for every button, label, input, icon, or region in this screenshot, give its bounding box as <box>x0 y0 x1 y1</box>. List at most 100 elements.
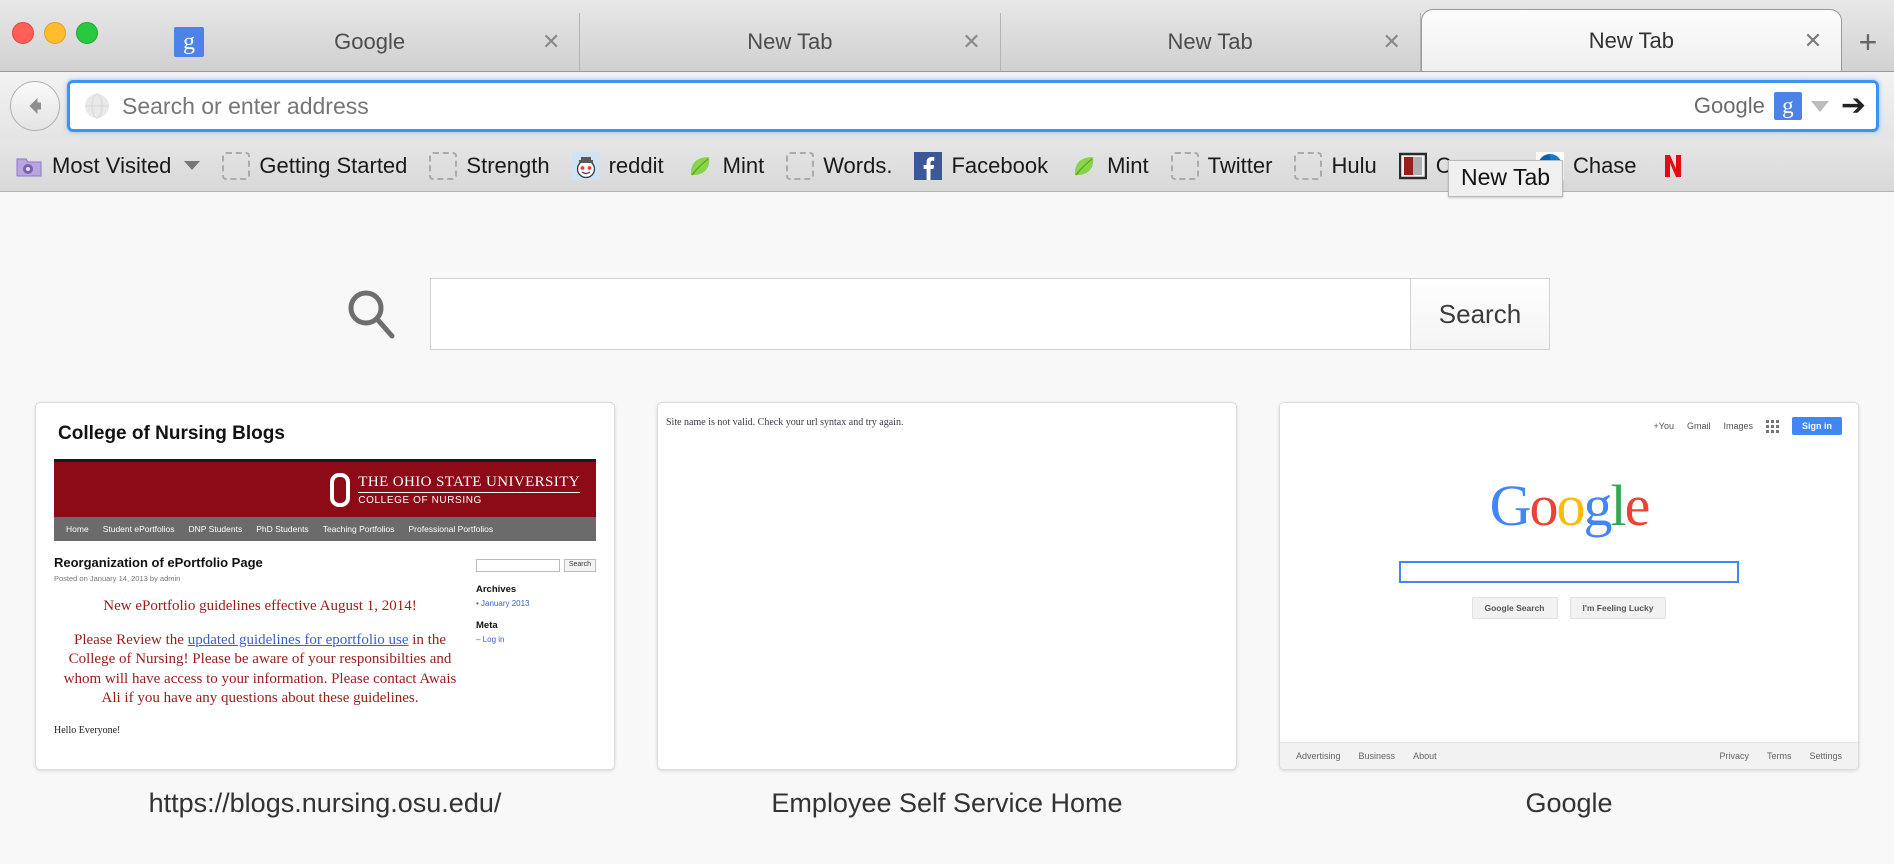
top-site-thumbnail-ess[interactable]: Site name is not valid. Check your url s… <box>657 402 1237 770</box>
osu-header-band: THE OHIO STATE UNIVERSITY COLLEGE OF NUR… <box>54 459 596 517</box>
osu-search-button[interactable]: Search <box>563 559 596 572</box>
chevron-down-icon[interactable] <box>1810 100 1829 112</box>
facebook-f-icon <box>914 151 943 180</box>
top-site-caption: Google <box>1525 788 1613 818</box>
google-top-nav: +You Gmail Images Sign in <box>1280 403 1858 435</box>
top-sites-grid: College of Nursing Blogs THE OHIO STATE … <box>0 402 1894 819</box>
osu-nav-item: DNP Students <box>188 524 243 534</box>
tab-title: New Tab <box>747 29 833 54</box>
close-tab-icon[interactable]: ✕ <box>1803 29 1823 51</box>
reddit-alien-icon <box>571 151 600 180</box>
osu-nav-item: PhD Students <box>256 524 309 534</box>
google-search-button[interactable]: Google Search <box>1471 597 1558 619</box>
osu-brand-line-2: COLLEGE OF NURSING <box>358 494 482 506</box>
tab-title: Google <box>334 29 406 54</box>
google-g-icon: g <box>1773 92 1802 120</box>
tab-title: New Tab <box>1167 29 1253 54</box>
mint-leaf-icon <box>690 156 709 175</box>
google-images-link[interactable]: Images <box>1723 421 1753 431</box>
tab-strip: g Google ✕ New Tab ✕ New Tab ✕ New Tab ✕… <box>0 0 1894 71</box>
bookmark-netflix[interactable] <box>1648 148 1707 184</box>
google-plus-you-link[interactable]: +You <box>1654 421 1674 431</box>
osu-sidebar-search[interactable]: Search <box>476 559 596 572</box>
footer-terms-link[interactable]: Terms <box>1767 751 1792 761</box>
mint-leaf-icon <box>1074 156 1094 175</box>
minimize-window-button[interactable] <box>44 22 66 44</box>
new-tab-button[interactable]: + <box>1842 13 1894 71</box>
footer-business-link[interactable]: Business <box>1359 751 1396 761</box>
bookmark-facebook[interactable]: Facebook <box>903 148 1059 184</box>
placeholder-icon <box>222 151 251 180</box>
close-tab-icon[interactable]: ✕ <box>1382 31 1402 53</box>
address-bar[interactable]: Search or enter address Google g ➔ <box>70 83 1876 129</box>
im-feeling-lucky-button[interactable]: I'm Feeling Lucky <box>1569 597 1667 619</box>
bookmark-label: Facebook <box>951 152 1049 178</box>
google-sign-in-button[interactable]: Sign in <box>1792 417 1842 435</box>
osu-nav-item: Home <box>66 524 89 534</box>
search-engine-selector[interactable]: Google g <box>1694 92 1835 120</box>
footer-privacy-link[interactable]: Privacy <box>1719 751 1749 761</box>
osu-nav-item: Professional Portfolios <box>408 524 494 534</box>
footer-about-link[interactable]: About <box>1413 751 1437 761</box>
browser-tab-1[interactable]: g Google ✕ <box>160 13 581 71</box>
osu-post-meta: Posted on January 14, 2013 by admin <box>54 574 181 583</box>
top-site-thumbnail-google[interactable]: +You Gmail Images Sign in Google Google … <box>1279 402 1859 770</box>
bookmark-most-visited[interactable]: Most Visited <box>4 148 211 184</box>
browser-tab-3[interactable]: New Tab ✕ <box>1000 13 1421 71</box>
google-search-input[interactable] <box>1399 561 1739 583</box>
top-site-cell-2[interactable]: Site name is not valid. Check your url s… <box>657 402 1237 819</box>
google-main: Google Google Search I'm Feeling Lucky <box>1280 435 1858 742</box>
bookmark-label: Words. <box>823 152 893 178</box>
osu-nav-item: Student ePortfolios <box>102 524 175 534</box>
close-window-button[interactable] <box>12 22 34 44</box>
bookmark-strength[interactable]: Strength <box>418 148 560 184</box>
browser-tab-2[interactable]: New Tab ✕ <box>580 13 1001 71</box>
osu-archives-item[interactable]: • January 2013 <box>476 599 596 608</box>
search-button[interactable]: Search <box>1410 278 1550 350</box>
top-site-caption: https://blogs.nursing.osu.edu/ <box>148 788 502 818</box>
bookmark-label: Mint <box>722 152 765 178</box>
osu-search-input[interactable] <box>476 559 560 572</box>
osu-body: Reorganization of ePortfolio Page Posted… <box>36 541 614 736</box>
bookmark-label: reddit <box>608 152 664 178</box>
google-buttons: Google Search I'm Feeling Lucky <box>1471 597 1667 619</box>
close-tab-icon[interactable]: ✕ <box>962 31 982 53</box>
top-site-thumbnail-osu[interactable]: College of Nursing Blogs THE OHIO STATE … <box>35 402 615 770</box>
bookmark-getting-started[interactable]: Getting Started <box>211 148 418 184</box>
osu-meta-item[interactable]: – Log in <box>476 635 596 644</box>
carmen-book-icon <box>1398 152 1427 179</box>
placeholder-icon <box>786 151 815 180</box>
bookmark-words[interactable]: Words. <box>775 148 903 184</box>
address-input[interactable]: Search or enter address <box>122 93 1694 120</box>
back-button[interactable] <box>10 81 60 131</box>
apps-grid-icon[interactable] <box>1766 419 1779 433</box>
osu-guidelines-link[interactable]: updated guidelines for eportfolio use <box>188 632 409 648</box>
search-input[interactable] <box>430 278 1410 350</box>
bookmark-twitter[interactable]: Twitter <box>1160 148 1284 184</box>
go-arrow-icon[interactable]: ➔ <box>1841 91 1866 121</box>
bookmark-mint-2[interactable]: Mint <box>1059 148 1160 184</box>
osu-body-pre: Please Review the <box>74 631 188 648</box>
bookmark-reddit[interactable]: reddit <box>561 148 675 184</box>
new-tab-page: Search College of Nursing Blogs THE OHIO… <box>0 192 1894 864</box>
top-site-cell-3[interactable]: +You Gmail Images Sign in Google Google … <box>1279 402 1859 819</box>
navigation-toolbar: Search or enter address Google g ➔ New T… <box>0 72 1894 197</box>
placeholder-icon <box>1170 151 1199 180</box>
osu-block-o-icon <box>330 472 351 507</box>
bookmark-label: Most Visited <box>52 152 172 178</box>
footer-advertising-link[interactable]: Advertising <box>1296 751 1341 761</box>
google-gmail-link[interactable]: Gmail <box>1687 421 1711 431</box>
google-footer-left: Advertising Business About <box>1296 751 1437 761</box>
bookmark-label: Strength <box>466 152 550 178</box>
bookmark-mint-1[interactable]: Mint <box>675 148 776 184</box>
zoom-window-button[interactable] <box>76 22 98 44</box>
bookmark-hulu[interactable]: Hulu <box>1283 148 1387 184</box>
footer-settings-link[interactable]: Settings <box>1809 751 1842 761</box>
browser-tab-4-active[interactable]: New Tab ✕ <box>1420 9 1842 71</box>
top-site-cell-1[interactable]: College of Nursing Blogs THE OHIO STATE … <box>35 402 615 819</box>
close-tab-icon[interactable]: ✕ <box>541 31 561 53</box>
chevron-down-icon[interactable] <box>184 161 201 170</box>
google-footer: Advertising Business About Privacy Terms… <box>1280 742 1858 769</box>
window-traffic-lights <box>12 22 98 44</box>
error-message: Site name is not valid. Check your url s… <box>666 417 904 428</box>
